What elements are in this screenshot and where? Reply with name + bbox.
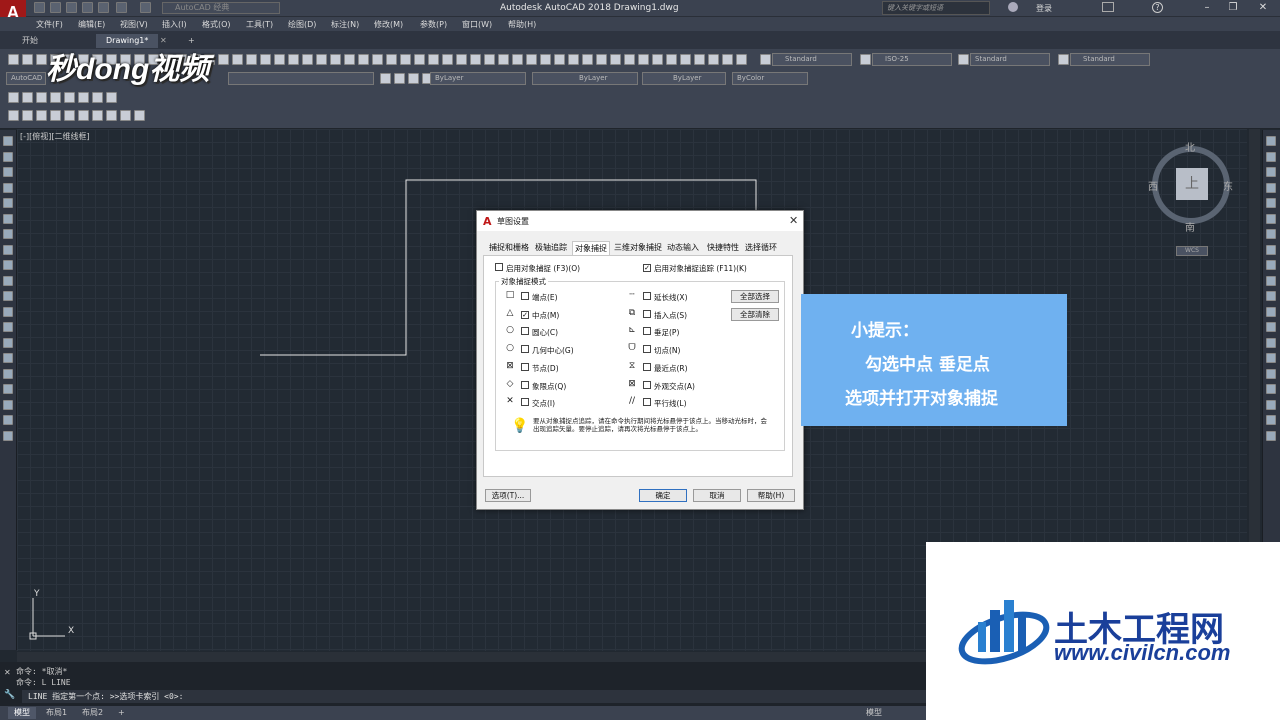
snap-checkbox[interactable]: ✓ xyxy=(521,310,529,319)
snap-checkbox[interactable] xyxy=(521,363,529,373)
snap-checkbox[interactable] xyxy=(643,345,651,355)
snap-checkbox[interactable] xyxy=(521,398,529,408)
snap-marker-icon: ⊠ xyxy=(628,379,636,389)
snap-option-label[interactable]: 圆心(C) xyxy=(532,327,558,338)
enable-tracking-label[interactable]: 启用对象捕捉追踪 (F11)(K) xyxy=(654,263,747,274)
tip-overlay: 小提示： 勾选中点 垂足点 选项并打开对象捕捉 xyxy=(801,294,1067,426)
snap-option-label[interactable]: 切点(N) xyxy=(654,345,680,356)
snap-option-label[interactable]: 插入点(S) xyxy=(654,310,687,321)
dialog-tab-1[interactable]: 极轴追踪 xyxy=(533,241,569,255)
layout-tab-2[interactable]: 布局2 xyxy=(76,707,109,719)
snap-option-label[interactable]: 最近点(R) xyxy=(654,363,688,374)
viewcube-top-face[interactable]: 上 xyxy=(1176,168,1208,200)
snap-marker-icon: ○ xyxy=(506,343,514,353)
layout-tab-1[interactable]: 布局1 xyxy=(40,707,73,719)
snap-checkbox[interactable] xyxy=(643,381,651,391)
brand-logo-panel: 土木工程网 www.civilcn.com xyxy=(926,542,1280,720)
snap-modes-label: 对象捕捉模式 xyxy=(499,276,548,287)
snap-marker-icon: ⧖ xyxy=(628,361,636,371)
clear-all-button[interactable]: 全部清除 xyxy=(731,308,779,321)
snap-checkbox[interactable] xyxy=(643,363,651,373)
snap-option-label[interactable]: 外观交点(A) xyxy=(654,381,695,392)
enable-osnap-checkbox[interactable] xyxy=(495,263,503,273)
snap-marker-icon: ✕ xyxy=(506,396,514,406)
snap-marker-icon: ○ xyxy=(506,325,514,335)
snap-marker-icon: ᗜ xyxy=(628,343,636,353)
wrench-icon[interactable]: 🔧 xyxy=(4,690,15,700)
command-history-1: 命令: *取消* xyxy=(16,667,68,676)
snap-option-label[interactable]: 端点(E) xyxy=(532,292,558,303)
snap-option-label[interactable]: 节点(D) xyxy=(532,363,559,374)
command-history-2: 命令: L LINE xyxy=(16,678,71,687)
snap-checkbox[interactable] xyxy=(521,381,529,391)
enable-osnap-label[interactable]: 启用对象捕捉 (F3)(O) xyxy=(506,263,580,274)
ok-button[interactable]: 确定 xyxy=(639,489,687,502)
cancel-button[interactable]: 取消 xyxy=(693,489,741,502)
viewcube-west[interactable]: 西 xyxy=(1148,178,1158,193)
enable-tracking-checkbox[interactable]: ✓ xyxy=(643,263,651,272)
add-layout-button[interactable]: + xyxy=(112,707,131,719)
snap-option-label[interactable]: 垂足(P) xyxy=(654,327,679,338)
close-command-icon[interactable]: ✕ xyxy=(4,668,11,677)
snap-checkbox[interactable] xyxy=(521,345,529,355)
tip-line-2: 选项并打开对象捕捉 xyxy=(845,389,998,409)
dialog-tab-6[interactable]: 选择循环 xyxy=(743,241,779,255)
dialog-tab-4[interactable]: 动态输入 xyxy=(665,241,701,255)
tip-title: 小提示： xyxy=(851,321,919,341)
snap-marker-icon: ⧉ xyxy=(628,308,636,318)
snap-marker-icon: // xyxy=(628,396,636,406)
snap-checkbox[interactable] xyxy=(521,327,529,337)
snap-checkbox[interactable] xyxy=(643,310,651,320)
snap-option-label[interactable]: 交点(I) xyxy=(532,398,555,409)
viewcube-south[interactable]: 南 xyxy=(1185,219,1195,234)
snap-option-label[interactable]: 延长线(X) xyxy=(654,292,688,303)
dialog-title: 草图设置 xyxy=(497,217,529,226)
snap-checkbox[interactable] xyxy=(643,398,651,408)
dialog-tab-0[interactable]: 捕捉和栅格 xyxy=(487,241,531,255)
dialog-tab-3[interactable]: 三维对象捕捉 xyxy=(612,241,664,255)
snap-checkbox[interactable] xyxy=(521,292,529,302)
tracking-hint: 要从对象捕捉点追踪，请在命令执行期间将光标悬停于该点上。当移动光标时，会出现追踪… xyxy=(533,417,767,433)
layout-tab-model[interactable]: 模型 xyxy=(8,707,36,719)
options-button[interactable]: 选项(T)... xyxy=(485,489,531,502)
snap-marker-icon: ┄ xyxy=(629,290,635,300)
snap-marker-icon: □ xyxy=(505,290,515,300)
snap-option-label[interactable]: 平行线(L) xyxy=(654,398,687,409)
wcs-menu[interactable]: WCS xyxy=(1176,246,1208,256)
drafting-settings-dialog: A 草图设置 ✕ 捕捉和栅格 极轴追踪 对象捕捉 三维对象捕捉 动态输入 快捷特性 选择循环… xyxy=(476,210,804,510)
viewcube-north[interactable]: 北 xyxy=(1185,139,1195,154)
ucs-x-label: X xyxy=(68,626,75,636)
snap-checkbox[interactable] xyxy=(643,327,651,337)
snap-option-label[interactable]: 象限点(Q) xyxy=(532,381,566,392)
dialog-tab-2[interactable]: 对象捕捉 xyxy=(572,241,610,255)
lightbulb-icon: 💡 xyxy=(511,418,529,434)
dialog-close-icon[interactable]: ✕ xyxy=(789,214,798,227)
viewcube-east[interactable]: 东 xyxy=(1223,178,1233,193)
brand-url: www.civilcn.com xyxy=(1054,640,1231,665)
model-space-toggle[interactable]: 模型 xyxy=(860,707,888,719)
command-input[interactable]: LINE 指定第一个点: >>选项卡索引 <0>: xyxy=(22,690,927,703)
snap-option-label[interactable]: 几何中心(G) xyxy=(532,345,574,356)
snap-marker-icon: ⊠ xyxy=(506,361,514,371)
snap-marker-icon: ⊾ xyxy=(628,325,636,335)
tip-line-1: 勾选中点 垂足点 xyxy=(865,355,990,375)
ucs-y-label: Y xyxy=(34,589,40,599)
snap-marker-icon: △ xyxy=(506,308,514,318)
snap-checkbox[interactable] xyxy=(643,292,651,302)
autocad-icon: A xyxy=(483,215,492,228)
help-button[interactable]: 帮助(H) xyxy=(747,489,795,502)
snap-option-label[interactable]: 中点(M) xyxy=(532,310,559,321)
brand-emblem-icon xyxy=(958,600,1050,665)
select-all-button[interactable]: 全部选择 xyxy=(731,290,779,303)
dialog-tab-5[interactable]: 快捷特性 xyxy=(705,241,741,255)
snap-marker-icon: ◇ xyxy=(506,379,514,389)
